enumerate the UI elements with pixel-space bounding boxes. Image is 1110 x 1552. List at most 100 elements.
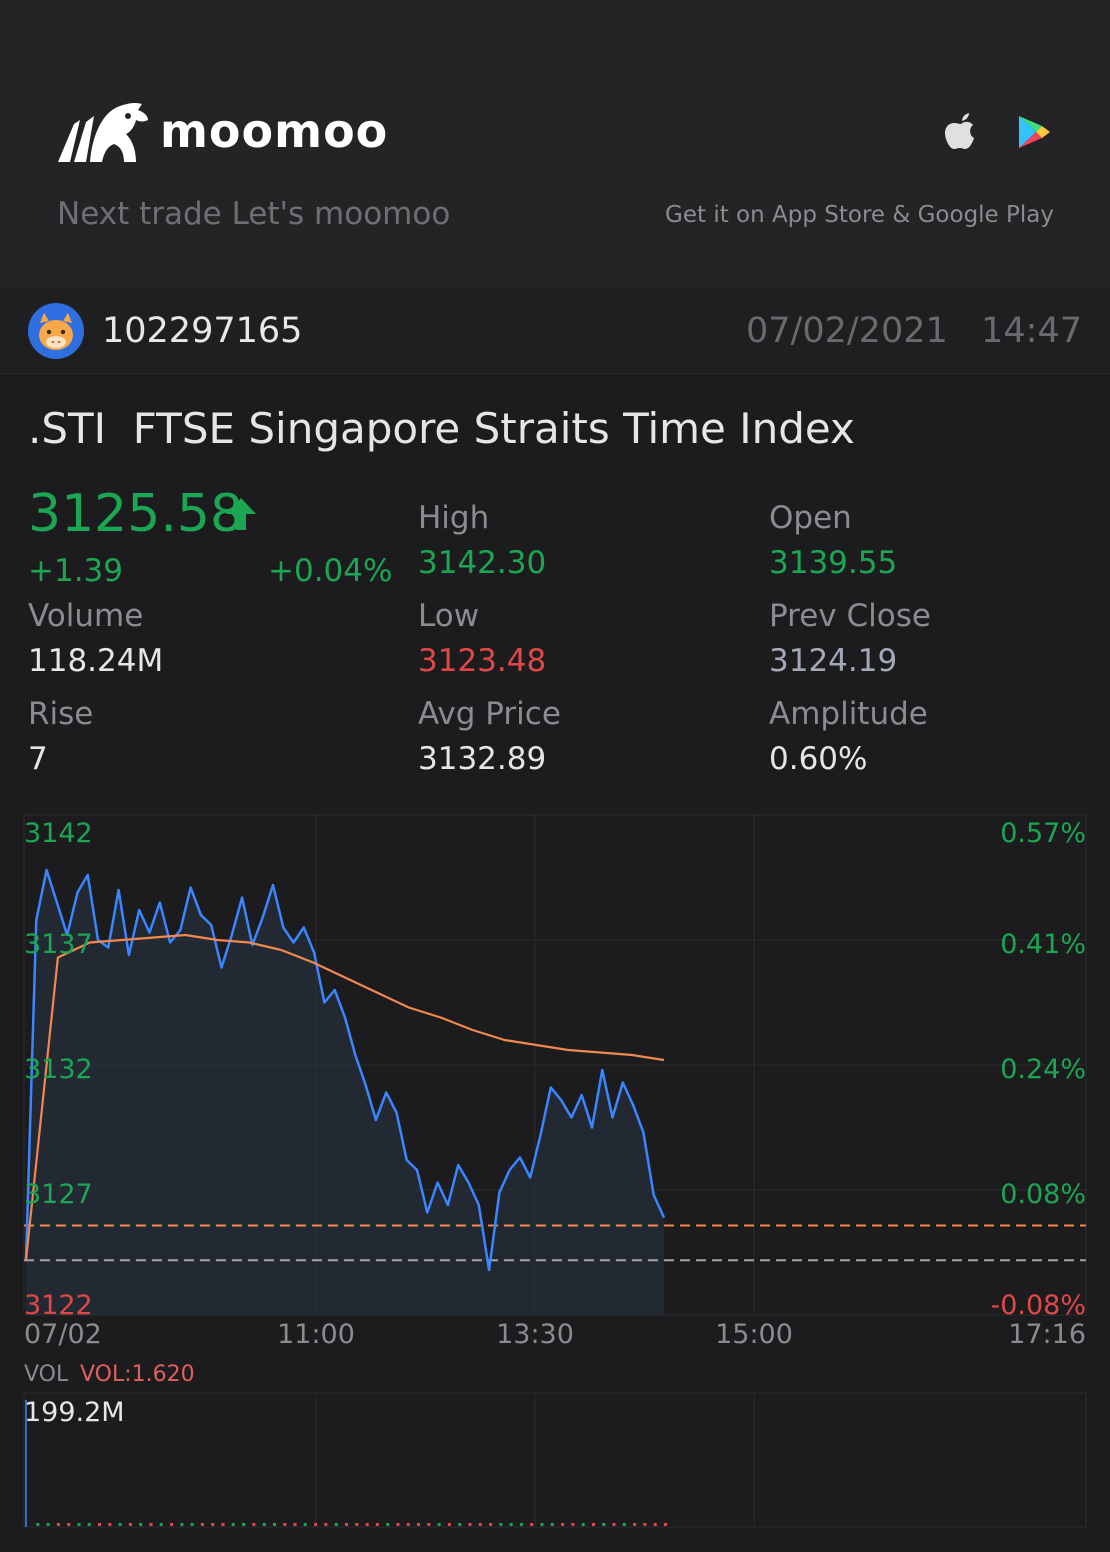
x-tick-label: 15:00 [715,1319,793,1350]
volume-bar [221,1523,225,1526]
volume-bar [406,1523,410,1526]
volume-bar [77,1523,81,1526]
y-tick-label: 3132 [24,1054,93,1085]
x-tick-label: 13:30 [496,1319,574,1350]
volume-bar [334,1523,338,1526]
volume-bar [128,1523,132,1526]
volume-bar [478,1523,482,1526]
volume-bar [540,1523,544,1526]
volume-bar [612,1523,616,1526]
avg-price-value: 3132.89 [418,741,547,777]
volume-bar [427,1523,431,1526]
moomoo-logo-icon [58,102,148,162]
volume-bar [550,1523,554,1526]
pct-tick-label: -0.08% [990,1290,1086,1321]
volume-bar [386,1523,390,1526]
user-id: 102297165 [102,311,303,351]
y-tick-label: 3137 [24,929,93,960]
last-price: 3125.58 [28,484,244,544]
volume-bar [345,1523,348,1526]
volume-bar [242,1523,246,1526]
volume-bar [200,1523,204,1526]
volume-bar [509,1523,513,1526]
volume-bar [519,1523,523,1526]
low-value: 3123.48 [418,643,547,679]
volume-bar [324,1523,328,1526]
rise-value: 7 [28,741,48,777]
high-label: High [418,500,490,536]
volume-bar [396,1523,400,1526]
volume-bar [653,1523,657,1526]
pct-tick-label: 0.57% [1000,818,1086,849]
y-tick-label: 3142 [24,818,93,849]
volume-bar [602,1523,606,1526]
google-play-icon[interactable] [1016,114,1052,150]
volume-bar [561,1523,565,1526]
apple-app-store-icon[interactable] [944,112,978,152]
volume-bar [159,1523,163,1526]
volume-bar [314,1523,318,1526]
volume-bar [211,1523,215,1526]
volume-bar [139,1523,143,1526]
volume-bar [252,1523,256,1526]
volume-bar [180,1523,184,1526]
y-tick-label: 3122 [24,1290,93,1321]
volume-bars [36,1523,667,1526]
volume-bar [489,1523,493,1526]
avg-price-label: Avg Price [418,696,561,732]
volume-bar [36,1523,40,1526]
volume-bar [592,1523,595,1526]
volume-bar [530,1523,534,1526]
volume-bar [108,1523,112,1526]
timestamp: 07/02/2021 14:47 [746,311,1082,351]
pct-tick-label: 0.41% [1000,929,1086,960]
volume-bar [46,1523,50,1526]
volume-bar [468,1523,472,1526]
volume-bar [56,1523,60,1526]
volume-value: 118.24M [28,643,164,679]
price-change: +1.39 [28,553,123,589]
volume-bar [499,1523,503,1526]
index-title: .STI FTSE Singapore Straits Time Index [28,404,855,453]
volume-bar [67,1523,71,1526]
brand-name: moomoo [160,104,389,158]
open-value: 3139.55 [769,545,898,581]
volume-bar [365,1523,369,1526]
volume-bar [355,1523,359,1526]
avatar[interactable] [28,303,84,359]
volume-bar [458,1523,462,1526]
app-download-banner[interactable]: moomoo Next trade Let's moomoo Get it on… [0,0,1110,289]
prev-close-label: Prev Close [769,598,931,634]
volume-bar [633,1523,637,1526]
open-label: Open [769,500,852,536]
volume-bar [664,1523,667,1526]
volume-bar [273,1523,276,1526]
volume-label: VOL [24,1362,69,1387]
volume-bar [622,1523,626,1526]
volume-bar [437,1523,441,1526]
volume-bar [149,1523,153,1526]
volume-value: VOL:1.620 [80,1362,195,1387]
amplitude-label: Amplitude [769,696,928,732]
x-tick-label: 17:16 [1008,1319,1086,1350]
x-tick-label: 07/02 [24,1319,102,1350]
pct-tick-label: 0.24% [1000,1054,1086,1085]
volume-bar [283,1523,287,1526]
user-bar: 102297165 07/02/2021 14:47 [0,289,1110,374]
volume-bar [303,1523,307,1526]
volume-max-label: 199.2M [24,1397,125,1428]
pct-tick-label: 0.08% [1000,1179,1086,1210]
tagline: Next trade Let's moomoo [57,196,451,232]
rise-label: Rise [28,696,94,732]
up-arrow-icon [226,498,256,530]
low-label: Low [418,598,480,634]
prev-close-value: 3124.19 [769,643,898,679]
volume-bar [98,1523,101,1526]
price-change-percent: +0.04% [268,553,393,589]
volume-bar [417,1523,420,1526]
volume-label: Volume [28,598,144,634]
volume-panel [23,1392,1087,1528]
intraday-chart[interactable]: 3142 3137 3132 3127 3122 0.57% 0.41% 0.2… [0,800,1110,1552]
volume-bar [231,1523,235,1526]
volume-bar [447,1523,451,1526]
